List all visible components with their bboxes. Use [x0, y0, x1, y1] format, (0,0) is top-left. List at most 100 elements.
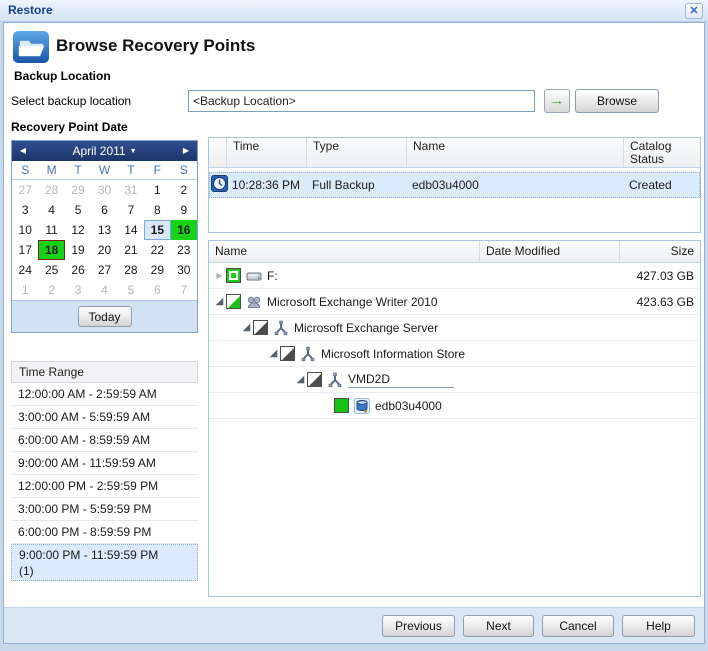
close-icon[interactable]: ✕ — [685, 3, 703, 19]
backup-location-input[interactable] — [188, 90, 535, 112]
calendar-day[interactable]: 19 — [65, 240, 91, 260]
calendar-day[interactable]: 6 — [91, 200, 117, 220]
calendar-day[interactable]: 20 — [91, 240, 117, 260]
time-range-item[interactable]: 12:00:00 PM - 2:59:59 PM — [11, 475, 198, 498]
weekday-label: W — [91, 163, 117, 177]
calendar-day[interactable]: 24 — [12, 260, 38, 280]
calendar-day[interactable]: 29 — [65, 180, 91, 200]
tree-row[interactable]: ◢VMD2D — [209, 367, 700, 393]
tree-column-header-name[interactable]: Name — [209, 241, 479, 262]
time-range-item[interactable]: 3:00:00 PM - 5:59:59 PM — [11, 498, 198, 521]
calendar-prev-month-icon[interactable]: ◀ — [14, 141, 32, 161]
calendar-month-dropdown-icon[interactable]: ▼ — [130, 148, 137, 155]
tree-expander-icon[interactable]: ◢ — [267, 348, 280, 359]
calendar-next-month-icon[interactable]: ▶ — [177, 141, 195, 161]
calendar-day[interactable]: 23 — [171, 240, 197, 260]
calendar-day[interactable]: 16 — [171, 220, 197, 240]
calendar-day[interactable]: 7 — [171, 280, 197, 300]
calendar-day[interactable]: 4 — [91, 280, 117, 300]
calendar-day[interactable]: 2 — [38, 280, 64, 300]
time-range-item[interactable]: 12:00:00 AM - 2:59:59 AM — [11, 383, 198, 406]
tree-expander-icon[interactable]: ◢ — [240, 322, 253, 333]
calendar-day[interactable]: 18 — [38, 240, 64, 260]
tree-expander-icon[interactable]: ◢ — [213, 296, 226, 307]
calendar-day[interactable]: 30 — [171, 260, 197, 280]
today-button[interactable]: Today — [78, 306, 132, 327]
calendar-day[interactable]: 13 — [91, 220, 117, 240]
calendar-day[interactable]: 11 — [38, 220, 64, 240]
tree-row[interactable]: ◢Microsoft Information Store — [209, 341, 700, 367]
calendar-grid: 2728293031123456789101112131415161718192… — [12, 180, 197, 300]
tree-checkbox[interactable] — [227, 295, 240, 308]
calendar-day[interactable]: 17 — [12, 240, 38, 260]
calendar-day[interactable]: 21 — [118, 240, 144, 260]
tree-expander-icon[interactable]: ◢ — [294, 374, 307, 385]
time-range-item-label: 3:00:00 PM - 5:59:59 PM — [18, 498, 198, 520]
tree-row[interactable]: ◢Microsoft Exchange Writer 2010423.63 GB — [209, 289, 700, 315]
tree-row[interactable]: edb03u4000 — [209, 393, 700, 419]
calendar-day[interactable]: 3 — [65, 280, 91, 300]
calendar-day[interactable]: 1 — [12, 280, 38, 300]
calendar-day[interactable]: 14 — [118, 220, 144, 240]
calendar-day[interactable]: 29 — [144, 260, 170, 280]
tree-checkbox[interactable] — [335, 399, 348, 412]
calendar-weekdays: SMTWTFS — [12, 161, 197, 180]
calendar-day[interactable]: 26 — [65, 260, 91, 280]
time-range-panel: Time Range 12:00:00 AM - 2:59:59 AM3:00:… — [11, 361, 198, 581]
column-header-catalog-status[interactable]: Catalog Status — [623, 138, 700, 167]
column-header-time[interactable]: Time — [226, 138, 306, 167]
previous-button[interactable]: Previous — [382, 615, 455, 637]
next-button[interactable]: Next — [463, 615, 534, 637]
calendar-day[interactable]: 6 — [144, 280, 170, 300]
calendar-month-label[interactable]: April 2011 — [72, 144, 125, 158]
tree-column-header-size[interactable]: Size — [619, 241, 700, 262]
calendar-day[interactable]: 9 — [171, 200, 197, 220]
tree-column-header-date-modified[interactable]: Date Modified — [479, 241, 619, 262]
calendar-day[interactable]: 4 — [38, 200, 64, 220]
tree-body: ▶F:427.03 GB◢Microsoft Exchange Writer 2… — [209, 263, 700, 419]
column-header-type[interactable]: Type — [306, 138, 406, 167]
calendar-day[interactable]: 7 — [118, 200, 144, 220]
calendar-day[interactable]: 27 — [91, 260, 117, 280]
tree-expander-icon[interactable]: ▶ — [213, 271, 226, 280]
browse-button[interactable]: Browse — [575, 89, 659, 113]
tree-checkbox[interactable] — [254, 321, 267, 334]
calendar-day[interactable]: 31 — [118, 180, 144, 200]
tree-row[interactable]: ◢Microsoft Exchange Server — [209, 315, 700, 341]
help-button[interactable]: Help — [622, 615, 695, 637]
calendar-day[interactable]: 10 — [12, 220, 38, 240]
weekday-label: T — [65, 163, 91, 177]
recovery-point-catalog-status: Created — [623, 178, 700, 192]
tree-name-cell: ◢Microsoft Information Store — [209, 346, 479, 362]
calendar-day[interactable]: 3 — [12, 200, 38, 220]
tree-checkbox[interactable] — [281, 347, 294, 360]
time-range-item[interactable]: 9:00:00 AM - 11:59:59 AM — [11, 452, 198, 475]
time-range-item-count: (1) — [19, 563, 197, 579]
column-header-name[interactable]: Name — [406, 138, 623, 167]
calendar-day[interactable]: 1 — [144, 180, 170, 200]
time-range-item[interactable]: 9:00:00 PM - 11:59:59 PM(1) — [11, 544, 198, 581]
calendar-day[interactable]: 15 — [144, 220, 170, 240]
calendar-day[interactable]: 27 — [12, 180, 38, 200]
calendar-day[interactable]: 5 — [65, 200, 91, 220]
calendar-day[interactable]: 12 — [65, 220, 91, 240]
calendar-day[interactable]: 5 — [118, 280, 144, 300]
calendar-day[interactable]: 25 — [38, 260, 64, 280]
cancel-button[interactable]: Cancel — [542, 615, 614, 637]
time-range-item-label: 6:00:00 AM - 8:59:59 AM — [18, 429, 198, 451]
time-range-item[interactable]: 6:00:00 AM - 8:59:59 AM — [11, 429, 198, 452]
calendar-day[interactable]: 28 — [118, 260, 144, 280]
calendar-day[interactable]: 30 — [91, 180, 117, 200]
tree-checkbox[interactable] — [308, 373, 321, 386]
go-arrow-icon[interactable]: → — [544, 89, 570, 113]
calendar-day[interactable]: 2 — [171, 180, 197, 200]
tree-checkbox[interactable] — [227, 269, 240, 282]
calendar-day[interactable]: 22 — [144, 240, 170, 260]
calendar-day[interactable]: 28 — [38, 180, 64, 200]
time-range-item[interactable]: 3:00:00 AM - 5:59:59 AM — [11, 406, 198, 429]
dialog-title: Restore — [8, 3, 53, 17]
calendar-day[interactable]: 8 — [144, 200, 170, 220]
recovery-point-row[interactable]: 10:28:36 PM Full Backup edb03u4000 Creat… — [209, 172, 700, 198]
time-range-item[interactable]: 6:00:00 PM - 8:59:59 PM — [11, 521, 198, 544]
tree-row[interactable]: ▶F:427.03 GB — [209, 263, 700, 289]
